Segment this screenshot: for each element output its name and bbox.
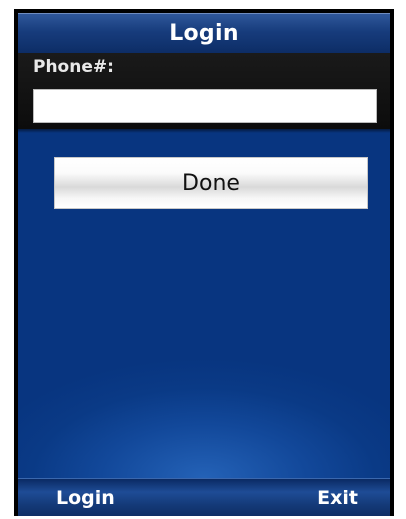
phone-number-input[interactable] bbox=[33, 89, 377, 123]
phone-field-label: Phone#: bbox=[33, 57, 114, 77]
exit-softkey[interactable]: Exit bbox=[317, 487, 358, 509]
login-softkey[interactable]: Login bbox=[56, 487, 115, 509]
content-shadow bbox=[18, 129, 390, 133]
page-title: Login bbox=[169, 21, 239, 46]
phone-input-panel: Phone#: bbox=[18, 53, 390, 129]
done-button-label: Done bbox=[182, 170, 240, 196]
phone-screen: Login Phone#: Done Login Exit bbox=[18, 13, 390, 516]
done-button[interactable]: Done bbox=[54, 157, 368, 209]
title-bar: Login bbox=[18, 13, 390, 53]
device-frame: Login Phone#: Done Login Exit bbox=[14, 9, 394, 516]
softkey-bar: Login Exit bbox=[18, 478, 390, 516]
main-content: Done bbox=[18, 129, 390, 478]
